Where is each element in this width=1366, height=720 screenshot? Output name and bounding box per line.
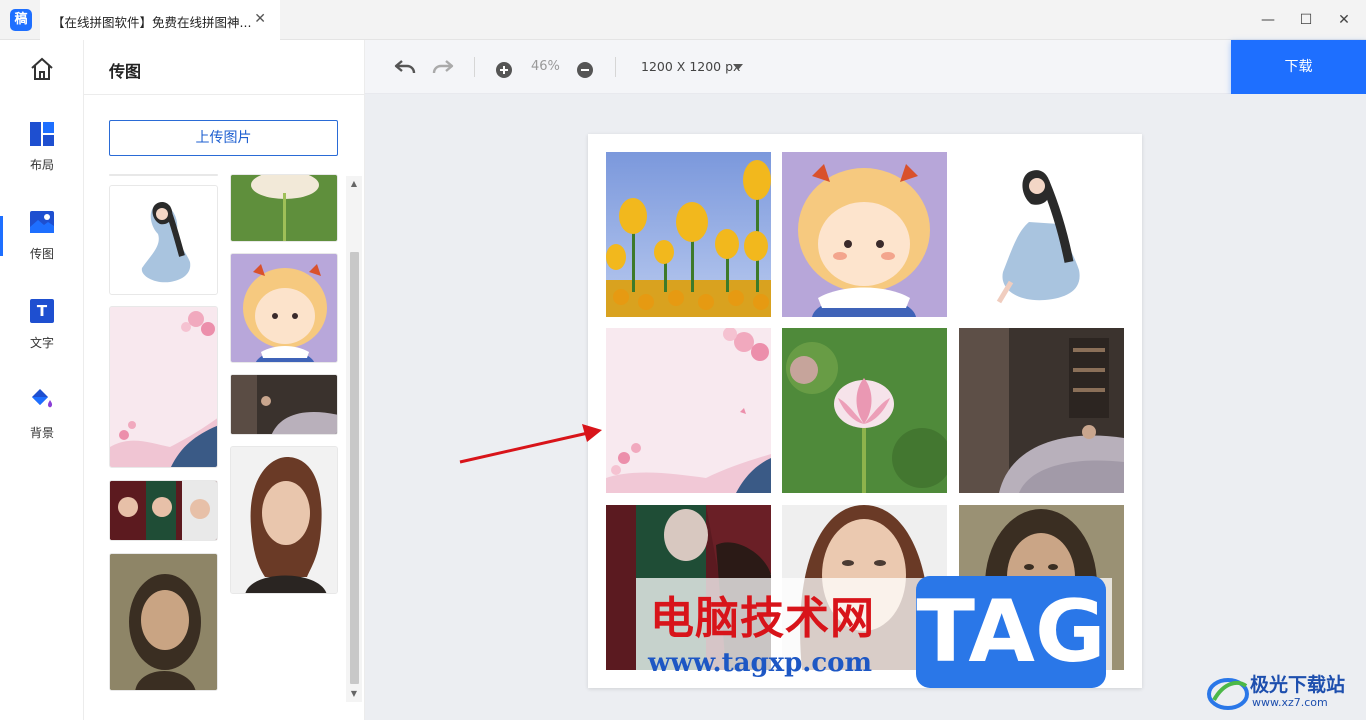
woman-portrait-image — [231, 447, 337, 593]
upload-panel: 传图 上传图片 ▲ ▼ — [84, 40, 365, 720]
watermark-title: 电脑技术网 — [650, 593, 875, 644]
app-logo-icon: 稿 — [10, 9, 32, 31]
redo-icon[interactable] — [431, 55, 455, 79]
cherry-blossom-large-image — [606, 328, 771, 493]
cherry-blossom-image — [110, 307, 217, 467]
site-watermark-name: 极光下载站 — [1250, 674, 1346, 696]
bedroom-large-image — [959, 328, 1124, 493]
collage-cell-bedroom[interactable] — [959, 328, 1124, 493]
rail-item-upload[interactable]: 传图 — [0, 208, 84, 278]
group-photo-image — [110, 481, 217, 540]
rail-item-home[interactable] — [0, 54, 84, 124]
thumb-cherry-blossom[interactable] — [109, 306, 218, 468]
minimize-button[interactable]: — — [1258, 10, 1278, 30]
maximize-button[interactable]: ☐ — [1296, 10, 1316, 30]
collage-cell-girl-sitting[interactable] — [959, 152, 1124, 317]
rail-label-text: 文字 — [29, 336, 54, 350]
collage-cell-lotus[interactable] — [782, 328, 947, 493]
rail-label-upload: 传图 — [29, 247, 54, 261]
vintage-portrait-image — [110, 554, 217, 690]
cartoon-girl-large-image — [782, 152, 947, 317]
site-watermark-url: www.xz7.com — [1252, 696, 1328, 709]
left-nav-rail: 布局 传图 T 文字 背景 — [0, 40, 84, 720]
toolbar-separator — [474, 57, 475, 77]
thumb-partial — [109, 174, 218, 176]
girl-sitting-image — [141, 201, 191, 283]
rail-item-layout[interactable]: 布局 — [0, 120, 84, 190]
rail-label-layout: 布局 — [29, 158, 54, 172]
canvas-size-select[interactable]: 1200 X 1200 px — [641, 59, 740, 74]
panel-divider — [84, 94, 365, 95]
rail-label-background: 背景 — [29, 426, 54, 440]
tab-title: 【在线拼图软件】免费在线拼图神... — [52, 15, 252, 30]
thumb-girl-sitting[interactable] — [109, 185, 218, 295]
download-button[interactable]: 下载 — [1231, 40, 1366, 94]
bedroom-image — [231, 375, 337, 434]
toolbar-separator — [615, 57, 616, 77]
scroll-down-icon[interactable]: ▼ — [349, 689, 359, 699]
panel-scrollbar[interactable]: ▲ ▼ — [346, 176, 362, 702]
annotation-arrow-icon — [459, 424, 602, 464]
watermark-tag-logo: TAG — [916, 576, 1106, 688]
caret-down-icon[interactable] — [733, 64, 743, 70]
girl-sitting-large-image — [959, 152, 1124, 317]
lotus-crop-image — [231, 175, 337, 241]
scroll-up-icon[interactable]: ▲ — [349, 179, 359, 189]
panel-title: 传图 — [109, 62, 142, 81]
collage-cell-cherry-blossom[interactable] — [606, 328, 771, 493]
scroll-thumb[interactable] — [350, 252, 359, 684]
collage-cell-tulips[interactable] — [606, 152, 771, 317]
thumb-group-photo[interactable] — [109, 480, 218, 541]
thumb-woman-portrait[interactable] — [230, 446, 338, 594]
site-logo-icon — [1207, 678, 1249, 710]
zoom-out-icon[interactable] — [576, 58, 594, 82]
image-upload-icon — [30, 211, 54, 233]
undo-icon[interactable] — [393, 55, 417, 79]
paint-bucket-icon — [32, 389, 53, 408]
rail-item-background[interactable]: 背景 — [0, 384, 84, 454]
rail-item-text[interactable]: T 文字 — [0, 296, 84, 366]
text-icon: T — [30, 299, 54, 323]
lotus-image — [782, 328, 947, 493]
thumb-cartoon-girl[interactable] — [230, 253, 338, 363]
close-window-button[interactable]: ✕ — [1334, 10, 1354, 30]
collage-cell-cartoon-girl[interactable] — [782, 152, 947, 317]
upload-image-button[interactable]: 上传图片 — [109, 120, 338, 156]
thumb-lotus-crop[interactable] — [230, 174, 338, 242]
watermark-url: www.tagxp.com — [648, 648, 873, 678]
tulips-image — [606, 152, 771, 317]
thumb-bedroom[interactable] — [230, 374, 338, 435]
browser-tab[interactable]: 【在线拼图软件】免费在线拼图神... ✕ — [40, 0, 280, 40]
cartoon-girl-image — [231, 254, 337, 362]
thumb-vintage-portrait[interactable] — [109, 553, 218, 691]
editor-toolbar: 46% 1200 X 1200 px — [365, 40, 1366, 94]
zoom-in-icon[interactable] — [495, 58, 513, 82]
layout-icon — [30, 122, 54, 146]
tab-close-icon[interactable]: ✕ — [254, 11, 266, 27]
home-icon — [31, 57, 53, 80]
zoom-level: 46% — [531, 59, 560, 74]
title-bar: 稿 【在线拼图软件】免费在线拼图神... ✕ — ☐ ✕ — [0, 0, 1366, 40]
